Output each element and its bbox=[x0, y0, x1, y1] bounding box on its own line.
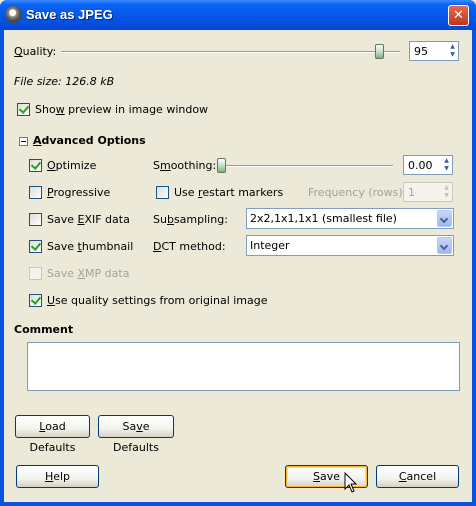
frequency-spin-arrows: ▲ ▼ bbox=[442, 184, 451, 200]
collapse-icon[interactable] bbox=[19, 137, 28, 146]
show-preview-checkbox[interactable] bbox=[17, 103, 30, 116]
comment-label: Comment bbox=[14, 323, 74, 336]
restart-markers-label: Use restart markers bbox=[174, 186, 284, 199]
save-defaults-button[interactable]: Save Defaults bbox=[98, 415, 174, 454]
quality-label: Quality: bbox=[14, 45, 57, 58]
close-icon: ✕ bbox=[453, 8, 464, 23]
dct-method-value: Integer bbox=[250, 239, 290, 252]
smoothing-slider-thumb[interactable] bbox=[217, 158, 226, 173]
title-bar[interactable]: Save as JPEG ✕ bbox=[0, 0, 476, 30]
frequency-label: Frequency (rows): bbox=[308, 186, 407, 199]
spin-down-icon: ▼ bbox=[444, 192, 449, 199]
comment-textarea[interactable] bbox=[27, 342, 460, 391]
spin-up-icon: ▲ bbox=[450, 43, 455, 50]
spin-up-icon: ▲ bbox=[444, 184, 449, 191]
save-xmp-checkbox bbox=[29, 267, 42, 280]
close-button[interactable]: ✕ bbox=[448, 5, 469, 26]
show-preview-label: Show preview in image window bbox=[35, 103, 209, 116]
use-quality-label: Use quality settings from original image bbox=[47, 294, 268, 307]
subsampling-label: Subsampling: bbox=[153, 213, 228, 226]
quality-slider-thumb[interactable] bbox=[374, 44, 384, 59]
smoothing-value: 0.00 bbox=[408, 159, 433, 172]
save-thumbnail-checkbox[interactable] bbox=[29, 240, 42, 253]
advanced-options-title[interactable]: Advanced Options bbox=[33, 134, 146, 147]
frequency-spinbox: 1 ▲ ▼ bbox=[403, 182, 453, 202]
smoothing-slider-track[interactable] bbox=[217, 165, 393, 167]
save-exif-checkbox[interactable] bbox=[29, 213, 42, 226]
save-xmp-label: Save XMP data bbox=[47, 267, 130, 280]
window-title: Save as JPEG bbox=[26, 7, 113, 22]
quality-slider-track[interactable] bbox=[61, 51, 400, 53]
chevron-down-icon[interactable] bbox=[437, 210, 452, 227]
quality-spin-arrows[interactable]: ▲ ▼ bbox=[448, 43, 457, 59]
smoothing-spinbox[interactable]: 0.00 ▲ ▼ bbox=[403, 155, 453, 175]
help-button[interactable]: Help bbox=[16, 465, 99, 488]
spin-up-icon: ▲ bbox=[444, 157, 449, 164]
chevron-down-icon[interactable] bbox=[437, 237, 452, 254]
optimize-checkbox[interactable] bbox=[29, 159, 42, 172]
save-as-jpeg-dialog: Save as JPEG ✕ Quality: 95 ▲ ▼ File size:… bbox=[0, 0, 476, 506]
spin-down-icon: ▼ bbox=[444, 165, 449, 172]
smoothing-label: Smoothing: bbox=[153, 159, 217, 172]
subsampling-select[interactable]: 2x2,1x1,1x1 (smallest file) bbox=[246, 208, 454, 229]
load-defaults-button[interactable]: Load Defaults bbox=[15, 415, 90, 454]
save-exif-label: Save EXIF data bbox=[47, 213, 130, 226]
restart-markers-checkbox[interactable] bbox=[156, 186, 169, 199]
optimize-label: Optimize bbox=[47, 159, 97, 172]
gimp-icon bbox=[5, 6, 22, 23]
dialog-body: Quality: 95 ▲ ▼ File size: 126.8 kB Show … bbox=[4, 30, 472, 502]
quality-value: 95 bbox=[414, 45, 428, 58]
use-quality-checkbox[interactable] bbox=[29, 294, 42, 307]
progressive-label: Progressive bbox=[47, 186, 111, 199]
smoothing-spin-arrows[interactable]: ▲ ▼ bbox=[442, 157, 451, 173]
quality-spinbox[interactable]: 95 ▲ ▼ bbox=[409, 41, 459, 61]
frequency-value: 1 bbox=[408, 186, 415, 199]
save-thumbnail-label: Save thumbnail bbox=[47, 240, 134, 253]
dct-method-label: DCT method: bbox=[153, 240, 226, 253]
spin-down-icon: ▼ bbox=[450, 51, 455, 58]
mouse-pointer-icon bbox=[344, 472, 358, 493]
progressive-checkbox[interactable] bbox=[29, 186, 42, 199]
dct-method-select[interactable]: Integer bbox=[246, 235, 454, 256]
subsampling-value: 2x2,1x1,1x1 (smallest file) bbox=[250, 212, 397, 225]
cancel-button[interactable]: Cancel bbox=[376, 465, 459, 488]
file-size-text: File size: 126.8 kB bbox=[14, 75, 115, 88]
